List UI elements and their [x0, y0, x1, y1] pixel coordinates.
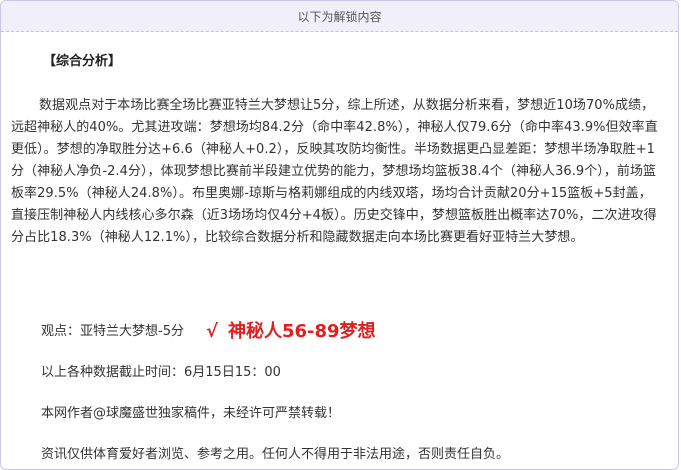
data-deadline-text: 以上各种数据截止时间：6月15日15：00: [41, 365, 281, 380]
check-mark-icon: √: [205, 321, 218, 342]
prediction-label: 观点：亚特兰大梦想-5分: [41, 324, 184, 339]
unlock-header-text: 以下为解锁内容: [297, 9, 382, 24]
unlock-header: 以下为解锁内容: [1, 1, 678, 32]
author-copyright-text: 本网作者@球魔盛世独家稿件，未经许可严禁转载！: [41, 406, 341, 421]
article-body: 【综合分析】 数据观点对于本场比赛全场比赛亚特兰大梦想让5分，综上所述，从数据分…: [1, 32, 678, 469]
prediction-result: 神秘人56-89梦想: [227, 321, 376, 342]
unlocked-content-card: 以下为解锁内容 【综合分析】 数据观点对于本场比赛全场比赛亚特兰大梦想让5分，综…: [0, 0, 679, 470]
analysis-paragraph: 数据观点对于本场比赛全场比赛亚特兰大梦想让5分，综上所述，从数据分析来看，梦想近…: [11, 98, 658, 245]
prediction-row: 观点：亚特兰大梦想-5分 √ 神秘人56-89梦想: [41, 317, 376, 347]
section-title: 【综合分析】: [43, 54, 122, 69]
disclaimer-text: 资讯仅供体育爱好者浏览、参考之用。任何人不得用于非法用途，否则责任自负。: [41, 447, 510, 462]
